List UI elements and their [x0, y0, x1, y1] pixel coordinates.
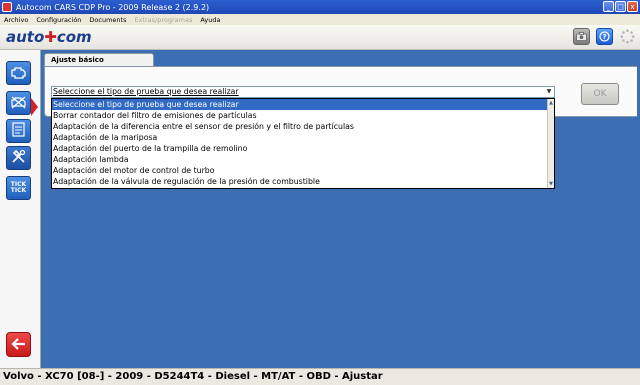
back-arrow-icon — [11, 335, 26, 354]
menu-extras: Extras/programas — [134, 15, 193, 24]
close-button[interactable]: x — [627, 1, 638, 12]
menu-bar: Archivo Configuración Documents Extras/p… — [0, 14, 640, 25]
window-controls: _ □ x — [603, 1, 638, 12]
engine-icon — [10, 64, 27, 83]
list-item[interactable]: Adaptación lambda — [52, 154, 554, 165]
chevron-down-icon[interactable]: ▼ — [544, 87, 554, 97]
toolbar: auto✚com ? — [0, 25, 640, 50]
select-value: Seleccione el tipo de prueba que desea r… — [53, 87, 239, 96]
toolbar-icons: ? — [573, 28, 636, 45]
autocom-logo: auto✚com — [6, 28, 92, 46]
menu-configuracion[interactable]: Configuración — [32, 16, 85, 24]
test-type-dropdown-list: Seleccione el tipo de prueba que desea r… — [51, 98, 555, 189]
sidebar-item-report[interactable] — [6, 119, 31, 143]
list-item[interactable]: Seleccione el tipo de prueba que desea r… — [52, 99, 554, 110]
menu-documents[interactable]: Documents — [85, 16, 130, 24]
vehicle-status-bar: Volvo - XC70 [08-] - 2009 - D5244T4 - Di… — [0, 368, 640, 385]
tab-ajuste-basico[interactable]: Ajuste básico — [44, 53, 154, 66]
maximize-button[interactable]: □ — [615, 1, 626, 12]
test-type-select[interactable]: Seleccione el tipo de prueba que desea r… — [51, 86, 555, 98]
help-icon[interactable]: ? — [596, 28, 613, 45]
sidebar-item-eobd[interactable] — [6, 91, 31, 115]
menu-archivo[interactable]: Archivo — [0, 16, 32, 24]
scroll-down-icon[interactable]: ▼ — [548, 180, 554, 188]
eobd-icon — [10, 94, 27, 113]
list-item[interactable]: Adaptación del motor de control de turbo — [52, 165, 554, 176]
sidebar-item-tools[interactable] — [6, 146, 31, 170]
svg-text:?: ? — [602, 33, 606, 41]
app-icon — [2, 2, 12, 12]
minimize-button[interactable]: _ — [603, 1, 614, 12]
list-item[interactable]: Adaptación del puerto de la trampilla de… — [52, 143, 554, 154]
sidebar-item-engine[interactable] — [6, 61, 31, 85]
report-icon — [12, 121, 25, 141]
camera-icon[interactable] — [573, 28, 590, 45]
spinner-icon — [619, 28, 636, 45]
window-title: Autocom CARS CDP Pro - 2009 Release 2 (2… — [16, 2, 210, 12]
ok-button[interactable]: OK — [581, 83, 619, 105]
tick-tick-icon: TICK TICK — [10, 181, 27, 194]
scroll-up-icon[interactable]: ▲ — [548, 99, 554, 107]
list-item[interactable]: Adaptación de la mariposa — [52, 132, 554, 143]
active-item-arrow — [31, 98, 38, 116]
dropdown-scrollbar[interactable]: ▲ ▼ — [547, 99, 554, 188]
list-item[interactable]: Borrar contador del filtro de emisiones … — [52, 110, 554, 121]
title-bar: Autocom CARS CDP Pro - 2009 Release 2 (2… — [0, 0, 640, 14]
menu-ayuda[interactable]: Ayuda — [196, 16, 224, 24]
list-item[interactable]: Adaptación de la diferencia entre el sen… — [52, 121, 554, 132]
sidebar-item-tick-tick[interactable]: TICK TICK — [6, 176, 31, 200]
list-item[interactable]: Adaptación de la válvula de regulación d… — [52, 176, 554, 187]
back-button[interactable] — [6, 332, 31, 357]
tools-icon — [11, 149, 26, 168]
